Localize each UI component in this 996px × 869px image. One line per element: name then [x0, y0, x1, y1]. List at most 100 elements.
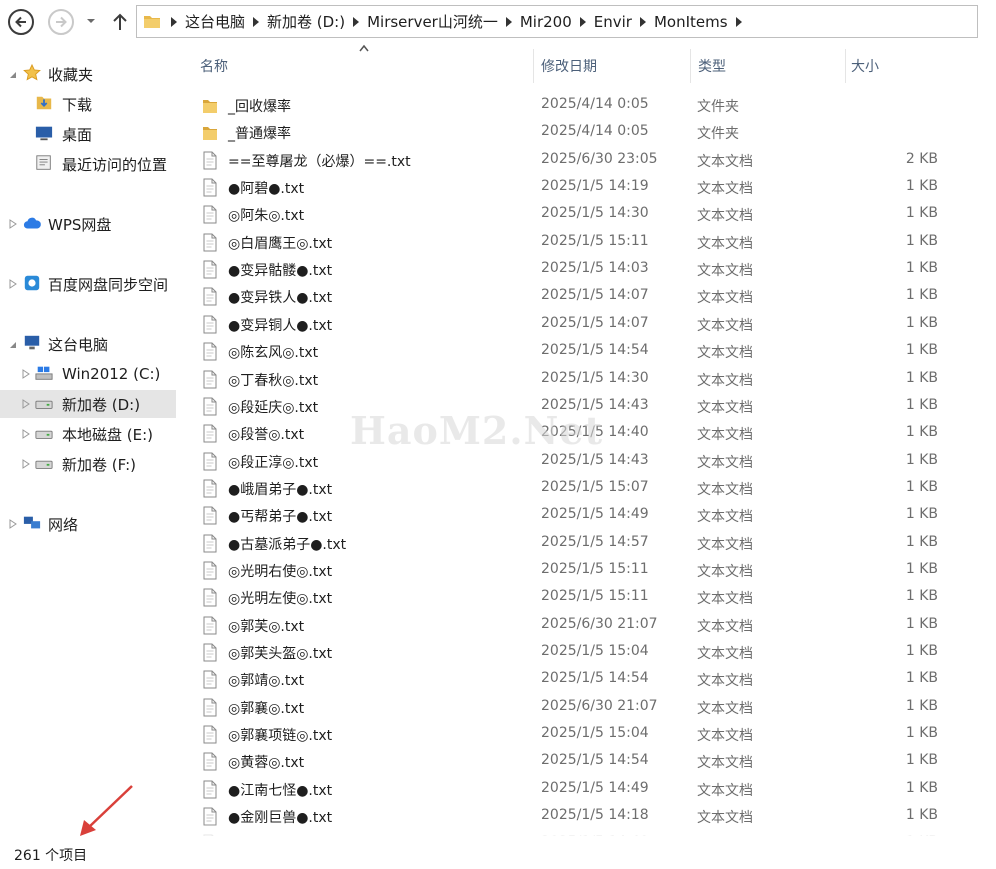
breadcrumb-separator-icon[interactable]: [632, 12, 654, 32]
file-row[interactable]: ●变异骷髅●.txt 2025/1/5 14:03 文本文档 1 KB: [198, 256, 958, 283]
breadcrumb-this-pc[interactable]: 这台电脑: [185, 11, 245, 32]
breadcrumb-envir[interactable]: Envir: [594, 13, 632, 31]
collapse-arrow-icon[interactable]: [9, 69, 17, 79]
file-size: 1 KB: [905, 478, 938, 495]
nav-drive-f[interactable]: 新加卷 (F:): [0, 450, 176, 478]
file-row[interactable]: _普通爆率 2025/4/14 0:05 文件夹: [198, 119, 958, 146]
column-header-name[interactable]: 名称: [178, 49, 534, 83]
file-name: ●阿碧●.txt: [228, 181, 305, 198]
file-size: 1 KB: [905, 369, 938, 386]
expand-arrow-icon[interactable]: [9, 219, 17, 229]
file-row[interactable]: ◎郭芙◎.txt 2025/6/30 21:07 文本文档 1 KB: [198, 612, 958, 639]
file-row[interactable]: ◎郭芙头盔◎.txt 2025/1/5 15:04 文本文档 1 KB: [198, 639, 958, 666]
file-name: ◎郭襄项链◎.txt: [228, 728, 333, 745]
breadcrumb-separator-icon[interactable]: [245, 12, 267, 32]
breadcrumb-separator-icon[interactable]: [163, 12, 185, 32]
nav-network[interactable]: 网络: [0, 510, 176, 538]
file-size: 1 KB: [905, 588, 938, 605]
breadcrumb-mir200[interactable]: Mir200: [520, 13, 572, 31]
drive-icon: [35, 430, 53, 439]
breadcrumb-separator-icon[interactable]: [572, 12, 594, 32]
text-file-icon: [202, 424, 218, 443]
nav-recent-places[interactable]: 最近访问的位置: [0, 150, 176, 178]
file-date: 2025/6/30 23:05: [541, 150, 658, 167]
forward-button[interactable]: [48, 9, 74, 35]
list-fade: [178, 824, 996, 836]
column-header-type[interactable]: 类型: [692, 49, 846, 83]
file-size: 1 KB: [905, 451, 938, 468]
file-row[interactable]: ◎光明左使◎.txt 2025/1/5 15:11 文本文档 1 KB: [198, 584, 958, 611]
nav-this-pc[interactable]: 这台电脑: [0, 330, 176, 358]
column-header-label: 大小: [851, 59, 879, 75]
file-row[interactable]: ●变异铜人●.txt 2025/1/5 14:07 文本文档 1 KB: [198, 311, 958, 338]
file-row[interactable]: ◎郭襄项链◎.txt 2025/1/5 15:04 文本文档 1 KB: [198, 721, 958, 748]
file-size: 1 KB: [905, 396, 938, 413]
file-row[interactable]: _回收爆率 2025/4/14 0:05 文件夹: [198, 92, 958, 119]
annotation-arrow-icon: [80, 785, 133, 836]
file-size: 1 KB: [905, 533, 938, 550]
file-row[interactable]: ◎郭襄◎.txt 2025/6/30 21:07 文本文档 1 KB: [198, 694, 958, 721]
file-row[interactable]: ●丐帮弟子●.txt 2025/1/5 14:49 文本文档 1 KB: [198, 502, 958, 529]
expand-arrow-icon[interactable]: [22, 399, 30, 409]
expand-arrow-icon[interactable]: [22, 369, 30, 379]
breadcrumb-separator-icon[interactable]: [728, 12, 750, 32]
column-header-date[interactable]: 修改日期: [535, 49, 691, 83]
nav-desktop[interactable]: 桌面: [0, 120, 176, 148]
nav-drive-e[interactable]: 本地磁盘 (E:): [0, 420, 176, 448]
system-drive-icon: [35, 366, 53, 380]
file-row[interactable]: ●江南七怪●.txt 2025/1/5 14:49 文本文档 1 KB: [198, 776, 958, 803]
file-name: ●峨眉弟子●.txt: [228, 481, 333, 498]
file-type: 文本文档: [697, 263, 753, 280]
nav-baidu-sync[interactable]: 百度网盘同步空间: [0, 270, 176, 298]
nav-drive-c[interactable]: Win2012 (C:): [0, 360, 176, 388]
recent-places-icon: [36, 155, 51, 170]
address-bar[interactable]: 这台电脑 新加卷 (D:) Mirserver山河统一 Mir200 Envir…: [136, 5, 978, 38]
column-header-size[interactable]: 大小: [847, 49, 947, 83]
file-type: 文本文档: [697, 646, 753, 662]
breadcrumb-separator-icon[interactable]: [345, 12, 367, 32]
expand-arrow-icon[interactable]: [9, 519, 17, 529]
text-file-icon: [202, 397, 218, 416]
file-type: 文本文档: [697, 728, 753, 745]
breadcrumb-monitems[interactable]: MonItems: [654, 13, 728, 31]
file-size: 1 KB: [905, 779, 938, 796]
nav-favorites[interactable]: 收藏夹: [0, 60, 176, 88]
up-button[interactable]: [110, 10, 130, 34]
breadcrumb-mirserver[interactable]: Mirserver山河统一: [367, 11, 498, 32]
file-row[interactable]: ●阿碧●.txt 2025/1/5 14:19 文本文档 1 KB: [198, 174, 958, 201]
text-file-icon: [202, 479, 218, 498]
nav-drive-d[interactable]: 新加卷 (D:): [0, 390, 176, 418]
recent-locations-dropdown[interactable]: [84, 14, 98, 28]
file-name: ==至尊屠龙（必爆）==.txt: [228, 153, 411, 170]
file-name: ●古墓派弟子●.txt: [228, 536, 347, 553]
file-date: 2025/6/30 21:07: [541, 697, 658, 714]
file-size: 1 KB: [905, 643, 938, 659]
file-date: 2025/1/5 14:19: [541, 178, 649, 195]
file-row[interactable]: ◎丁春秋◎.txt 2025/1/5 14:30 文本文档 1 KB: [198, 366, 958, 393]
file-row[interactable]: ●变异铁人●.txt 2025/1/5 14:07 文本文档 1 KB: [198, 283, 958, 310]
file-row[interactable]: ◎黄蓉◎.txt 2025/1/5 14:54 文本文档 1 KB: [198, 748, 958, 775]
file-row[interactable]: ◎光明右使◎.txt 2025/1/5 15:11 文本文档 1 KB: [198, 557, 958, 584]
expand-arrow-icon[interactable]: [9, 279, 17, 289]
file-size: 1 KB: [905, 260, 938, 277]
breadcrumb-drive-d[interactable]: 新加卷 (D:): [267, 11, 345, 32]
file-type: 文本文档: [697, 372, 753, 389]
nav-label: 百度网盘同步空间: [48, 275, 169, 294]
file-row[interactable]: ●古墓派弟子●.txt 2025/1/5 14:57 文本文档 1 KB: [198, 530, 958, 557]
breadcrumb-separator-icon[interactable]: [498, 12, 520, 32]
expand-arrow-icon[interactable]: [22, 459, 30, 469]
navigation-toolbar: 这台电脑 新加卷 (D:) Mirserver山河统一 Mir200 Envir…: [0, 0, 996, 44]
file-row[interactable]: ==至尊屠龙（必爆）==.txt 2025/6/30 23:05 文本文档 2 KB: [198, 147, 958, 174]
file-type: 文本文档: [697, 563, 753, 580]
file-row[interactable]: ◎阿朱◎.txt 2025/1/5 14:30 文本文档 1 KB: [198, 201, 958, 228]
file-row[interactable]: ●峨眉弟子●.txt 2025/1/5 15:07 文本文档 1 KB: [198, 475, 958, 502]
file-row[interactable]: ◎白眉鹰王◎.txt 2025/1/5 15:11 文本文档 1 KB: [198, 229, 958, 256]
nav-wps-cloud[interactable]: WPS网盘: [0, 210, 176, 238]
collapse-arrow-icon[interactable]: [9, 339, 17, 349]
file-row[interactable]: ◎郭靖◎.txt 2025/1/5 14:54 文本文档 1 KB: [198, 666, 958, 693]
nav-downloads[interactable]: 下载: [0, 90, 176, 118]
folder-icon: [202, 123, 218, 142]
expand-arrow-icon[interactable]: [22, 429, 30, 439]
back-button[interactable]: [8, 9, 34, 35]
file-row[interactable]: ◎陈玄风◎.txt 2025/1/5 14:54 文本文档 1 KB: [198, 338, 958, 365]
